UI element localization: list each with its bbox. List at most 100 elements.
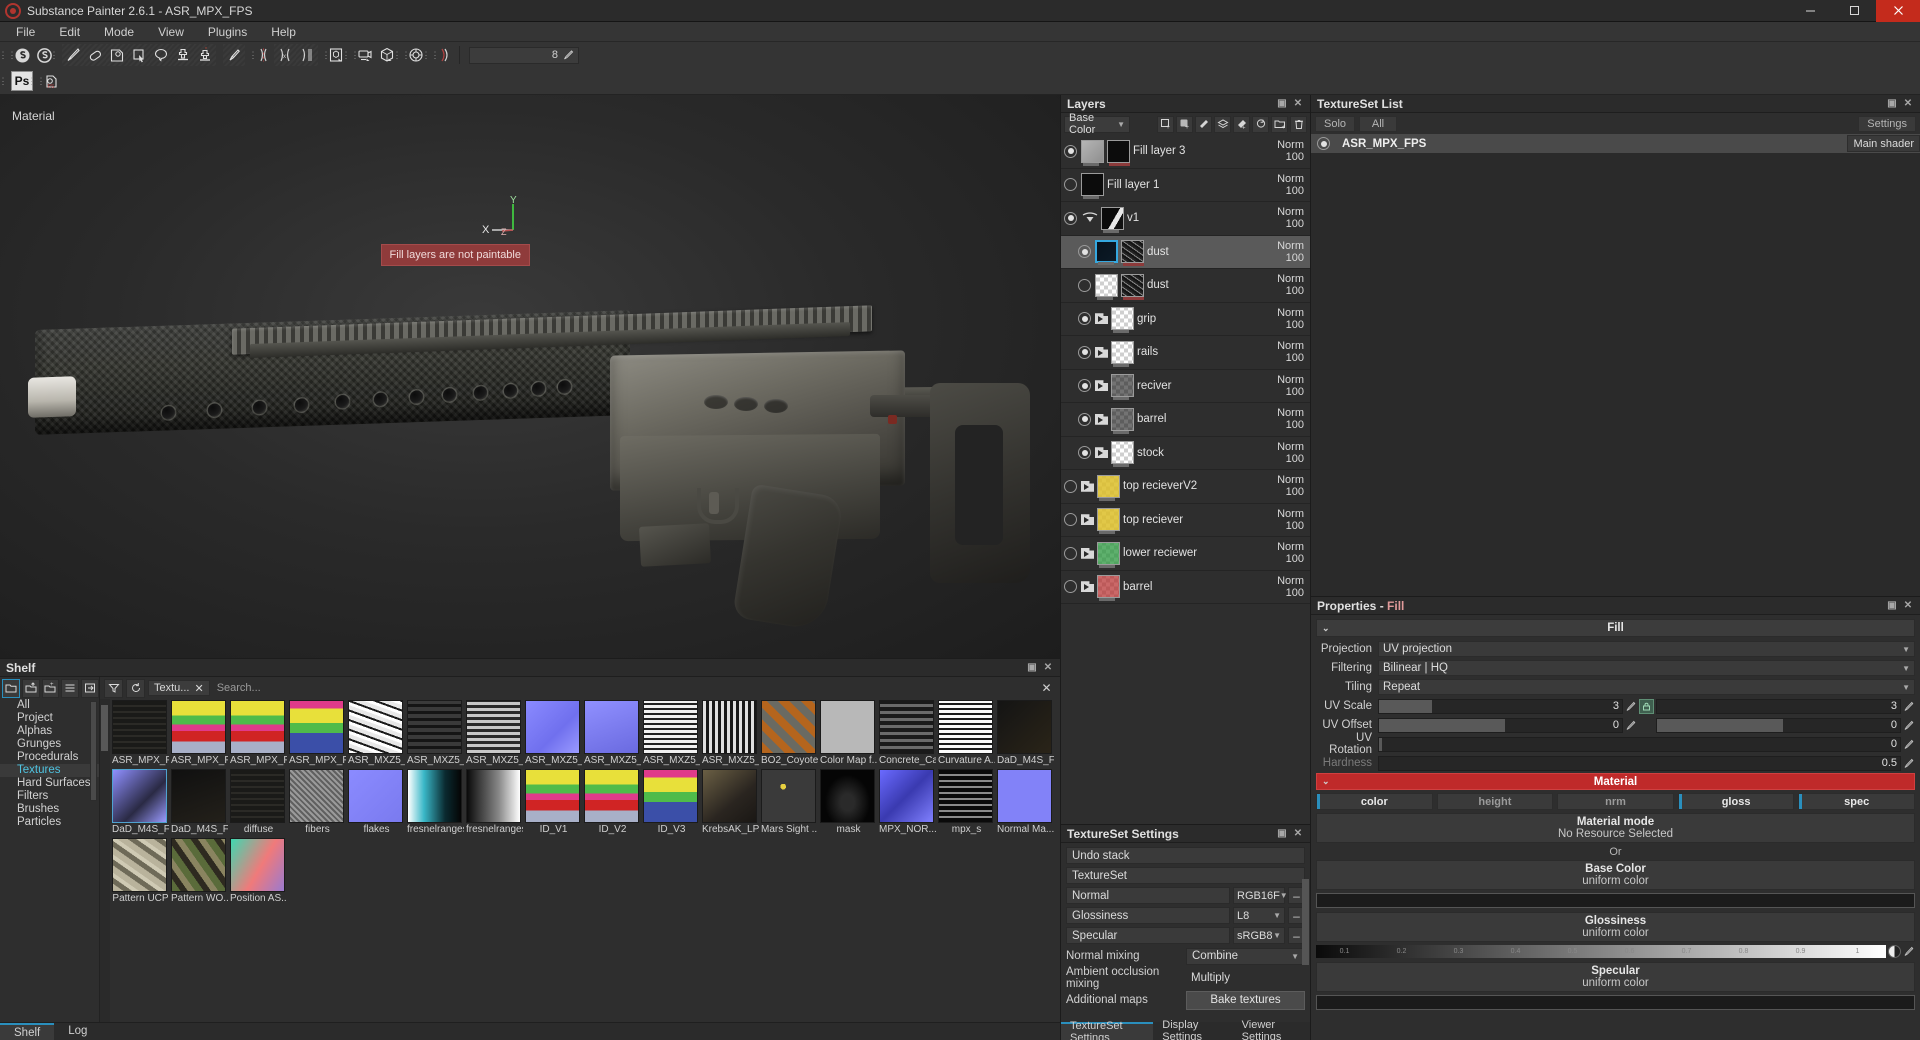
layer-blend-info[interactable]: Norm 100 [1270, 340, 1310, 364]
glossiness-gradient-control[interactable]: 0.1 0.2 0.3 0.4 0.5 0.6 0.7 0.8 0.9 1 [1316, 945, 1915, 958]
layer-row[interactable]: reciver Norm 100 [1061, 370, 1310, 403]
layers-float-icon[interactable]: ▣ [1276, 98, 1288, 110]
shelf-asset-tile[interactable]: ASR_MPX_F... [112, 700, 169, 767]
layer-blend-info[interactable]: Norm 100 [1270, 206, 1310, 230]
tab-viewer-settings[interactable]: Viewer Settings [1233, 1019, 1310, 1040]
glossiness-picker-icon[interactable] [1888, 945, 1901, 958]
channel-chip-nrm[interactable]: nrm [1557, 793, 1674, 810]
folder-expand-icon[interactable] [1095, 313, 1108, 325]
layer-mask-thumbnail[interactable] [1121, 240, 1144, 267]
uv-scale-y-slider[interactable]: 3 [1656, 698, 1901, 714]
uv-scale-x-slider[interactable]: 3 [1378, 698, 1623, 714]
tss-scrollbar[interactable] [1302, 879, 1309, 965]
shelf-asset-thumbnail[interactable] [525, 700, 580, 754]
uv-scale-x-edit-icon[interactable] [1623, 699, 1637, 713]
uv-offset-y-edit-icon[interactable] [1901, 718, 1915, 732]
hardness-slider[interactable]: 0.5 [1378, 755, 1901, 771]
layer-blend-info[interactable]: Norm 100 [1270, 307, 1310, 331]
shelf-asset-tile[interactable]: DaD_M4S_F... [171, 769, 228, 836]
layer-visibility-toggle[interactable] [1064, 479, 1077, 493]
shelf-asset-tile[interactable]: ID_V1 [525, 769, 582, 836]
layer-thumbnail[interactable] [1095, 240, 1118, 266]
layer-row[interactable]: barrel Norm 100 [1061, 571, 1310, 604]
shelf-asset-tile[interactable]: ASR_MPX_F... [289, 700, 346, 767]
layer-visibility-toggle[interactable] [1064, 580, 1077, 594]
tsl-close-icon[interactable]: ✕ [1902, 98, 1914, 110]
shelf-asset-thumbnail[interactable] [879, 700, 934, 754]
shelf-active-tag[interactable]: Textu... ✕ [148, 680, 210, 696]
layer-row[interactable]: stock Norm 100 [1061, 437, 1310, 470]
new-resource-icon[interactable]: + [41, 678, 60, 698]
toolbar2-grip-2[interactable]: ⋮⋮ [28, 70, 46, 92]
brush-size-input[interactable]: 8 [469, 46, 579, 64]
shelf-asset-tile[interactable]: ASR_MPX_F... [230, 700, 287, 767]
add-mask-icon[interactable] [1195, 115, 1212, 133]
layer-list[interactable]: Fill layer 3 Norm 100 Fill layer 1 Norm 100 v1… [1061, 135, 1310, 824]
shelf-asset-thumbnail[interactable] [112, 769, 167, 823]
add-fill-effect-icon[interactable]: + [1233, 115, 1250, 133]
bake-cube-icon[interactable] [325, 44, 347, 66]
shelf-asset-thumbnail[interactable] [938, 700, 993, 754]
shelf-asset-tile[interactable]: mpx_s [938, 769, 995, 836]
shelf-asset-thumbnail[interactable] [230, 769, 285, 823]
uv-rotation-slider[interactable]: 0 [1378, 736, 1901, 752]
toolbar-grip[interactable]: ⋮⋮ [0, 44, 17, 66]
particle-brush-icon[interactable] [223, 44, 245, 66]
uv-scale-lock-icon[interactable] [1639, 698, 1654, 714]
shelf-asset-thumbnail[interactable] [230, 838, 285, 892]
toolbar-grip-3[interactable]: ⋮⋮ [211, 44, 229, 66]
map-format-glossiness[interactable]: L8 ▼ [1233, 907, 1285, 924]
layer-visibility-toggle[interactable] [1064, 513, 1077, 527]
layer-visibility-toggle[interactable] [1064, 546, 1077, 560]
shelf-search-input[interactable]: Search... [212, 680, 1034, 696]
add-fill-layer-icon[interactable]: + [1176, 115, 1193, 133]
shelf-asset-thumbnail[interactable] [584, 700, 639, 754]
camera-icon[interactable] [354, 44, 376, 66]
layer-thumbnail[interactable] [1097, 508, 1120, 535]
shelf-tag-close-icon[interactable]: ✕ [194, 682, 203, 695]
menu-mode[interactable]: Mode [92, 22, 146, 42]
shelf-dock-close-icon[interactable]: ✕ [1037, 679, 1056, 698]
menu-help[interactable]: Help [259, 22, 308, 42]
shelf-cat-brushes[interactable]: Brushes [0, 803, 99, 816]
shelf-asset-tile[interactable]: fresnelranges2 [466, 769, 523, 836]
layer-visibility-toggle[interactable] [1078, 412, 1091, 426]
tab-display-settings[interactable]: Display Settings [1153, 1019, 1232, 1040]
layer-visibility-toggle[interactable] [1064, 178, 1077, 192]
shelf-asset-thumbnail[interactable] [938, 769, 993, 823]
material-section-header[interactable]: ⌄ Material [1316, 773, 1915, 790]
folder-expand-icon[interactable] [1081, 480, 1094, 492]
shelf-asset-tile[interactable]: MPX_NOR... [879, 769, 936, 836]
shelf-asset-thumbnail[interactable] [820, 700, 875, 754]
layer-visibility-toggle[interactable] [1064, 144, 1077, 158]
folder-expand-icon[interactable] [1095, 346, 1108, 358]
shelf-asset-tile[interactable]: Pattern WO... [171, 838, 228, 905]
base-color-swatch[interactable] [1316, 893, 1915, 908]
tab-log[interactable]: Log [54, 1023, 101, 1040]
shelf-cat-all[interactable]: All [0, 699, 99, 712]
shelf-asset-tile[interactable]: Curvature A... [938, 700, 995, 767]
shelf-asset-tile[interactable]: Position AS... [230, 838, 287, 905]
folder-expand-icon[interactable] [1081, 547, 1094, 559]
layer-row[interactable]: v1 Norm 100 [1061, 202, 1310, 236]
filter-icon[interactable] [104, 678, 123, 698]
shelf-asset-tile[interactable]: DaD_M4S_F... [997, 700, 1054, 767]
shelf-asset-tile[interactable]: fresnelranges [407, 769, 464, 836]
layer-blend-info[interactable]: Norm 100 [1270, 374, 1310, 398]
layer-thumbnail[interactable] [1111, 374, 1134, 401]
layer-thumbnail[interactable] [1111, 307, 1134, 334]
menu-file[interactable]: File [4, 22, 47, 42]
folder-icon[interactable] [2, 678, 20, 698]
shelf-asset-thumbnail[interactable] [348, 769, 403, 823]
uv-offset-y-slider[interactable]: 0 [1656, 717, 1901, 733]
shelf-asset-thumbnail[interactable] [702, 700, 757, 754]
add-paint-layer-icon[interactable]: + [1157, 115, 1174, 133]
layer-visibility-toggle[interactable] [1078, 345, 1091, 359]
cube-icon[interactable] [376, 44, 398, 66]
shelf-asset-tile[interactable]: flakes [348, 769, 405, 836]
layer-visibility-toggle[interactable] [1078, 245, 1091, 259]
tab-shelf[interactable]: Shelf [0, 1023, 55, 1040]
textureset-row[interactable]: TextureSet [1066, 867, 1305, 884]
layer-row[interactable]: lower reciewer Norm 100 [1061, 537, 1310, 571]
symmetry-mirror-icon[interactable] [296, 44, 318, 66]
